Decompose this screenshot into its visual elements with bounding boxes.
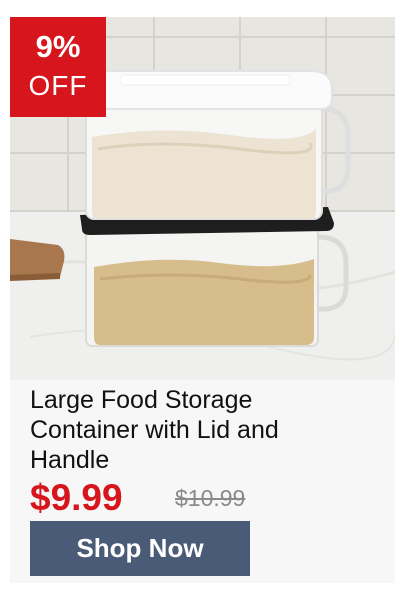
product-title[interactable]: Large Food Storage Container with Lid an… [30,385,360,475]
original-price: $10.99 [175,485,246,511]
sale-price: $9.99 [30,477,123,518]
product-card[interactable]: 9% OFF Large Food Storage Container with… [10,17,395,583]
discount-percent: 9% [35,29,81,64]
shop-now-button[interactable]: Shop Now [30,521,250,576]
discount-off-label: OFF [28,70,88,101]
product-image[interactable]: 9% OFF [10,17,395,380]
discount-badge: 9% OFF [10,17,106,117]
